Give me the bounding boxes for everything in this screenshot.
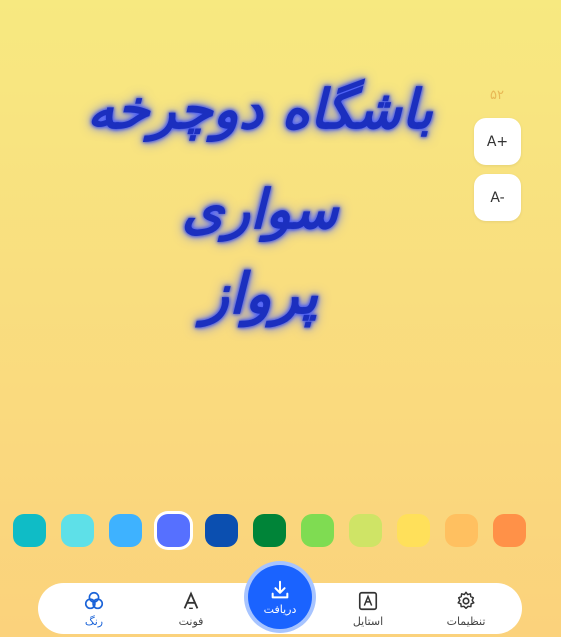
color-swatch[interactable] [61,514,94,547]
color-palette-icon [84,591,104,609]
color-swatch[interactable] [397,514,430,547]
headline-line-2[interactable]: پرواز [60,260,460,330]
color-swatch[interactable] [445,514,478,547]
color-swatch[interactable] [109,514,142,547]
color-swatch[interactable] [493,514,526,547]
nav-color[interactable]: رنگ [59,583,129,634]
color-swatch[interactable] [205,514,238,547]
style-icon [358,591,378,610]
download-icon [271,580,289,598]
download-label: دریافت [263,602,297,616]
nav-settings-label: تنظیمات [446,614,486,628]
color-swatch[interactable] [253,514,286,547]
font-icon [183,590,199,609]
nav-style-label: استایل [352,614,384,628]
color-swatch[interactable] [301,514,334,547]
color-swatch[interactable] [13,514,46,547]
nav-font[interactable]: فونت [156,583,226,634]
nav-settings[interactable]: تنظیمات [431,583,501,634]
font-size-value: ۵۲ [490,88,504,103]
headline-text[interactable]: باشگاه دوچرخه سواری پرواز [60,60,460,330]
nav-style[interactable]: استایل [333,583,403,634]
download-button[interactable]: دریافت [248,565,312,629]
headline-line-1[interactable]: باشگاه دوچرخه سواری [60,60,460,260]
gear-icon [457,591,475,609]
nav-color-label: رنگ [84,614,104,628]
color-swatch[interactable] [349,514,382,547]
color-swatch-row [0,512,561,552]
nav-font-label: فونت [178,614,204,628]
color-swatch-selected[interactable] [157,514,190,547]
decrease-font-size-button[interactable]: A- [474,174,521,221]
increase-font-size-button[interactable]: A+ [474,118,521,165]
